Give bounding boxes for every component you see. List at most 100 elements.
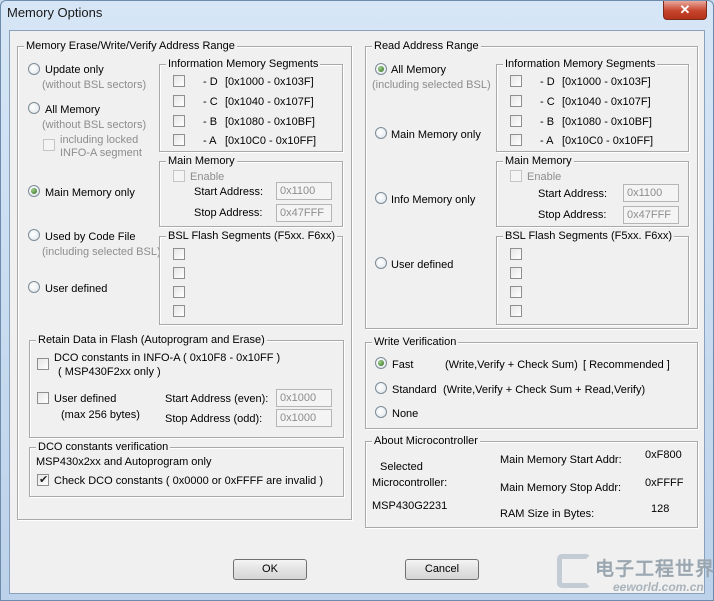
include-locked-label-2: INFO-A segment — [60, 147, 142, 159]
include-locked-checkbox[interactable] — [43, 139, 55, 151]
cancel-button[interactable]: Cancel — [405, 559, 479, 580]
main-start-addr-value: 0xF800 — [645, 449, 682, 461]
window-title: Memory Options — [7, 5, 103, 20]
ram-size-label: RAM Size in Bytes: — [500, 508, 595, 520]
erase-info-a-checkbox[interactable] — [173, 134, 185, 146]
retain-start-input[interactable]: 0x1000 — [276, 389, 332, 407]
watermark-cn: 电子工程世界 — [595, 558, 714, 580]
erase-main-start-label: Start Address: — [194, 186, 264, 198]
erase-info-c-checkbox[interactable] — [173, 95, 185, 107]
read-main-memory-radio[interactable] — [375, 127, 387, 139]
main-memory-only-label[interactable]: Main Memory only — [45, 187, 135, 200]
read-info-memory-label[interactable]: Info Memory only — [391, 194, 475, 207]
about-microcontroller-title: About Microcontroller — [372, 434, 480, 448]
write-standard-desc: (Write,Verify + Check Sum + Read,Verify) — [443, 384, 646, 396]
erase-main-enable-checkbox[interactable] — [173, 170, 185, 182]
watermark-en: eeworld.com.cn — [613, 580, 704, 594]
retain-dco-checkbox[interactable] — [37, 358, 49, 370]
read-bsl-segments-title: BSL Flash Segments (F5xx. F6xx) — [503, 229, 675, 243]
read-bsl-segments-group: BSL Flash Segments (F5xx. F6xx) — [496, 229, 689, 325]
ram-size-value: 128 — [651, 503, 670, 515]
erase-bsl-seg-2-checkbox[interactable] — [173, 267, 185, 279]
read-info-a-range: [0x10C0 - 0x10FF] — [562, 135, 654, 147]
update-only-radio[interactable] — [28, 63, 40, 75]
eeworld-logo-icon — [557, 554, 591, 588]
read-user-defined-label[interactable]: User defined — [391, 259, 453, 272]
all-memory-sub: (without BSL sectors) — [42, 119, 147, 131]
write-fast-radio[interactable] — [375, 357, 387, 369]
read-all-memory-label[interactable]: All Memory — [391, 64, 446, 77]
include-locked-label-1: including locked — [60, 134, 139, 146]
erase-main-start-input[interactable]: 0x1100 — [276, 182, 332, 200]
write-fast-label[interactable]: Fast — [392, 359, 413, 372]
retain-stop-input[interactable]: 0x1000 — [276, 409, 332, 427]
all-memory-label[interactable]: All Memory — [45, 104, 100, 117]
erase-bsl-seg-3-checkbox[interactable] — [173, 286, 185, 298]
dco-verification-note: MSP430x2xx and Autoprogram only — [36, 456, 212, 468]
read-main-enable-label: Enable — [527, 171, 562, 183]
main-stop-addr-value: 0xFFFF — [645, 477, 684, 489]
check-dco-constants-checkbox[interactable] — [37, 473, 49, 486]
close-button[interactable]: ✕ — [663, 1, 707, 20]
selected-label-1: Selected — [380, 461, 423, 473]
erase-range-title: Memory Erase/Write/Verify Address Range — [24, 39, 237, 53]
read-info-c-label: - C — [540, 96, 555, 108]
retain-dco-label-2: ( MSP430F2xx only ) — [58, 366, 161, 378]
read-bsl-seg-3-checkbox[interactable] — [510, 286, 522, 298]
read-info-d-label: - D — [540, 76, 555, 88]
used-by-code-file-radio[interactable] — [28, 229, 40, 241]
erase-bsl-segments-title: BSL Flash Segments (F5xx. F6xx) — [166, 229, 338, 243]
check-dco-constants-label: Check DCO constants ( 0x0000 or 0xFFFF a… — [54, 475, 323, 487]
write-none-label[interactable]: None — [392, 408, 418, 421]
erase-info-c-range: [0x1040 - 0x107F] — [225, 96, 314, 108]
read-info-segments-title: Information Memory Segments — [503, 57, 658, 71]
erase-info-b-label: - B — [203, 116, 218, 128]
retain-user-defined-checkbox[interactable] — [37, 392, 49, 404]
dialog-body: Memory Erase/Write/Verify Address Range … — [9, 30, 705, 594]
erase-main-stop-label: Stop Address: — [194, 207, 263, 219]
read-main-start-input[interactable]: 0x1100 — [623, 184, 679, 202]
eeworld-watermark: 电子工程世界 eeworld.com.cn — [557, 550, 714, 600]
read-info-b-checkbox[interactable] — [510, 115, 522, 127]
erase-info-b-range: [0x1080 - 0x10BF] — [225, 116, 315, 128]
read-user-defined-radio[interactable] — [375, 257, 387, 269]
retain-user-defined-sub: (max 256 bytes) — [61, 409, 140, 421]
read-main-stop-label: Stop Address: — [538, 209, 607, 221]
read-info-c-range: [0x1040 - 0x107F] — [562, 96, 651, 108]
read-bsl-seg-4-checkbox[interactable] — [510, 305, 522, 317]
write-none-radio[interactable] — [375, 406, 387, 418]
all-memory-radio[interactable] — [28, 102, 40, 114]
title-bar: Memory Options ✕ — [1, 1, 713, 25]
read-info-d-range: [0x1000 - 0x103F] — [562, 76, 651, 88]
read-info-a-checkbox[interactable] — [510, 134, 522, 146]
read-main-stop-input[interactable]: 0x47FFF — [623, 206, 679, 224]
write-verification-title: Write Verification — [372, 335, 459, 349]
read-info-d-checkbox[interactable] — [510, 75, 522, 87]
read-main-memory-label[interactable]: Main Memory only — [391, 129, 481, 142]
selected-label-2: Microcontroller: — [372, 477, 448, 489]
read-info-memory-radio[interactable] — [375, 192, 387, 204]
erase-bsl-seg-1-checkbox[interactable] — [173, 248, 185, 260]
used-by-code-file-label[interactable]: Used by Code File — [45, 231, 136, 244]
read-bsl-seg-2-checkbox[interactable] — [510, 267, 522, 279]
update-only-label[interactable]: Update only — [45, 64, 104, 77]
read-main-enable-checkbox[interactable] — [510, 170, 522, 182]
user-defined-label[interactable]: User defined — [45, 283, 107, 296]
retain-dco-label-1: DCO constants in INFO-A ( 0x10F8 - 0x10F… — [54, 352, 281, 364]
update-only-sub: (without BSL sectors) — [42, 79, 147, 91]
read-info-c-checkbox[interactable] — [510, 95, 522, 107]
user-defined-radio[interactable] — [28, 281, 40, 293]
ok-button[interactable]: OK — [233, 559, 307, 580]
read-main-memory-title: Main Memory — [503, 154, 574, 168]
retain-user-defined-label: User defined — [54, 393, 117, 405]
read-all-memory-radio[interactable] — [375, 63, 387, 75]
read-bsl-seg-1-checkbox[interactable] — [510, 248, 522, 260]
erase-info-d-checkbox[interactable] — [173, 75, 185, 87]
main-memory-only-radio[interactable] — [28, 185, 40, 197]
write-standard-radio[interactable] — [375, 382, 387, 394]
erase-info-b-checkbox[interactable] — [173, 115, 185, 127]
erase-info-d-label: - D — [203, 76, 218, 88]
erase-main-stop-input[interactable]: 0x47FFF — [276, 204, 332, 222]
write-standard-label[interactable]: Standard — [392, 384, 437, 397]
erase-bsl-seg-4-checkbox[interactable] — [173, 305, 185, 317]
